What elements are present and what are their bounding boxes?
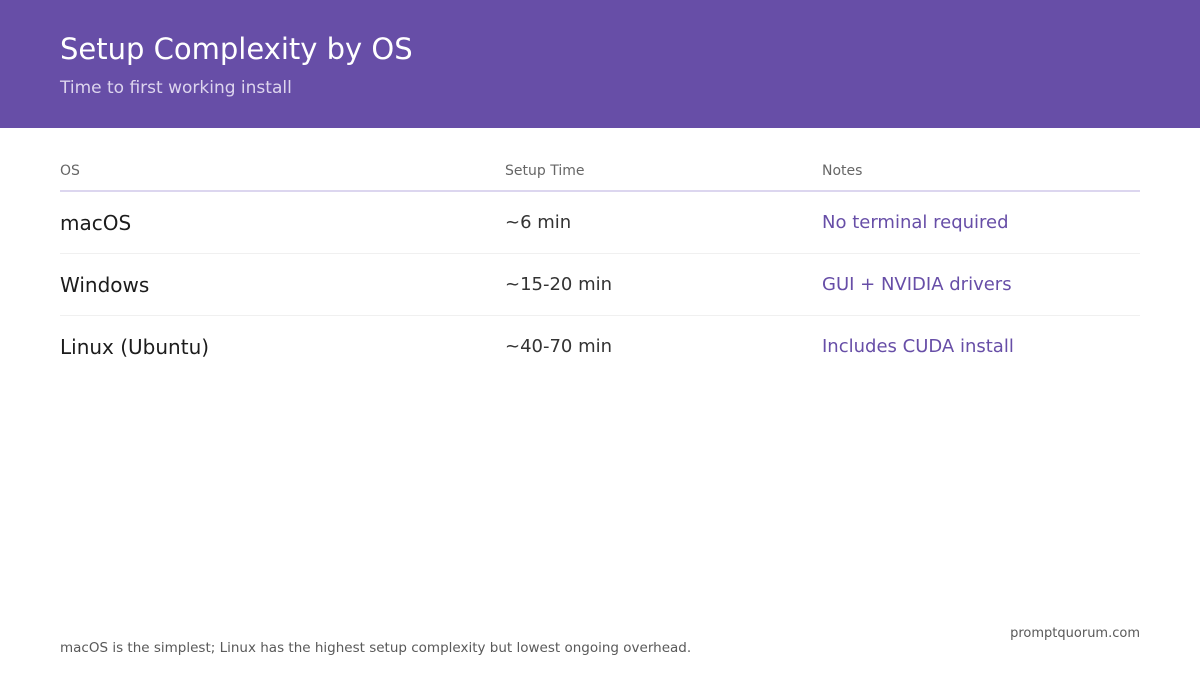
header-banner: Setup Complexity by OS Time to first wor… <box>0 0 1200 128</box>
page-title: Setup Complexity by OS <box>60 32 413 66</box>
footer-summary: macOS is the simplest; Linux has the hig… <box>60 639 692 656</box>
column-header-os: OS <box>60 163 80 179</box>
table-row: Linux (Ubuntu) ~40-70 min Includes CUDA … <box>60 316 1140 377</box>
setup-time-cell: ~15-20 min <box>505 274 613 295</box>
footer-site-credit: promptquorum.com <box>1010 626 1140 641</box>
notes-cell: Includes CUDA install <box>822 336 1014 357</box>
setup-time-cell: ~40-70 min <box>505 336 613 357</box>
page-subtitle: Time to first working install <box>60 78 292 98</box>
setup-time-cell: ~6 min <box>505 212 572 233</box>
os-comparison-table: OS Setup Time Notes macOS ~6 min No term… <box>60 152 1140 377</box>
table-row: macOS ~6 min No terminal required <box>60 192 1140 254</box>
column-header-setup-time: Setup Time <box>505 163 585 179</box>
os-cell: macOS <box>60 211 132 235</box>
column-header-notes: Notes <box>822 163 863 179</box>
table-header: OS Setup Time Notes <box>60 152 1140 192</box>
notes-cell: GUI + NVIDIA drivers <box>822 274 1012 295</box>
os-cell: Linux (Ubuntu) <box>60 335 210 359</box>
os-cell: Windows <box>60 273 150 297</box>
notes-cell: No terminal required <box>822 212 1009 233</box>
table-row: Windows ~15-20 min GUI + NVIDIA drivers <box>60 254 1140 316</box>
